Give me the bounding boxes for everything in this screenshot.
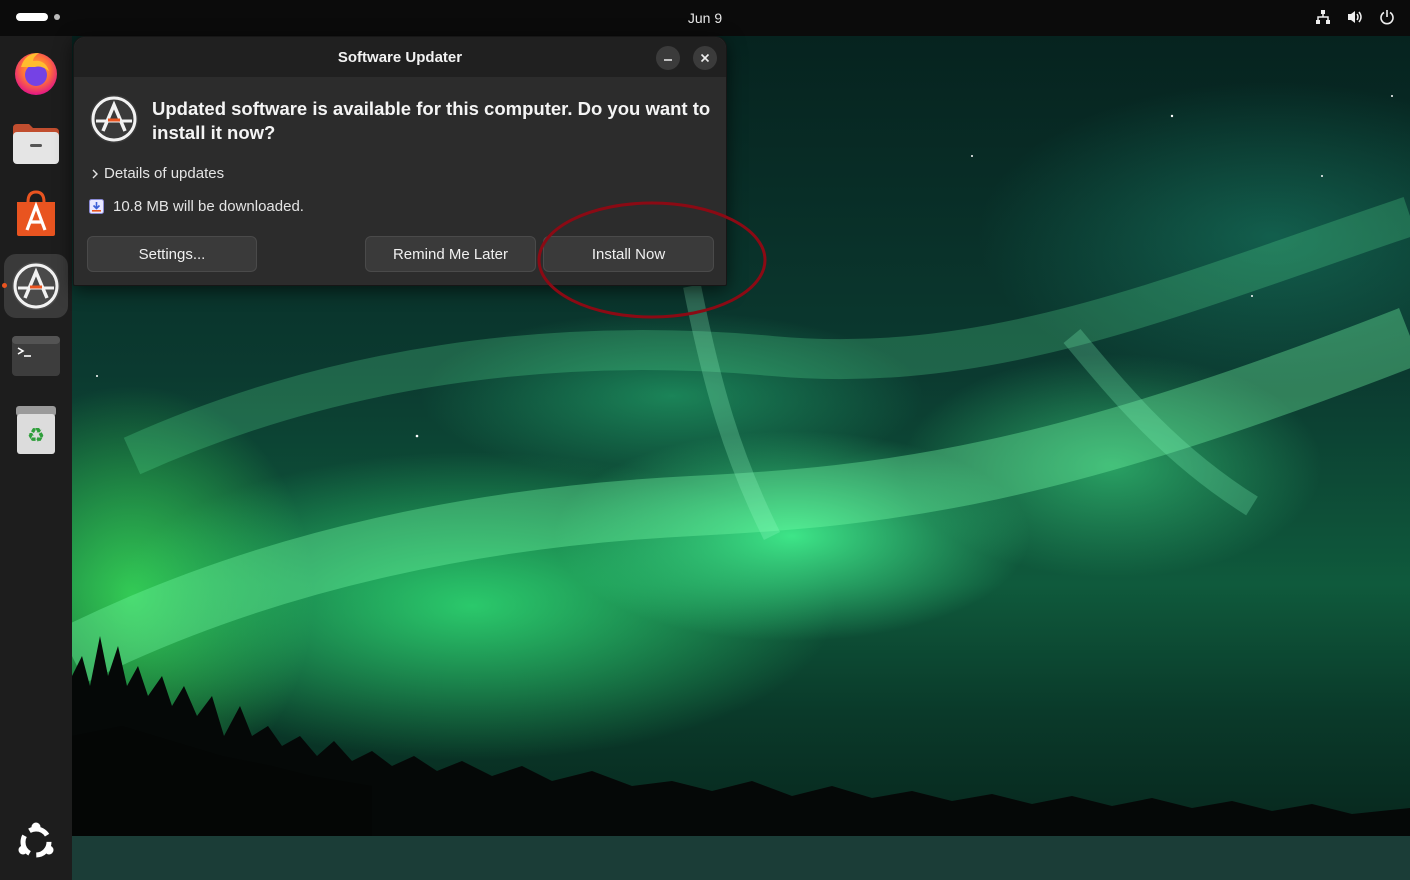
workspace-dot: [54, 14, 60, 20]
running-indicator: [2, 283, 7, 288]
activities-indicator[interactable]: [16, 13, 60, 21]
details-label: Details of updates: [104, 165, 225, 182]
update-headline: Updated software is available for this c…: [152, 98, 711, 143]
download-icon: [89, 199, 104, 214]
workspace-pill: [16, 13, 48, 21]
network-icon[interactable]: [1314, 8, 1332, 26]
software-updater-icon: [12, 262, 60, 310]
trash-icon: ♻: [16, 406, 56, 454]
dock-item-trash[interactable]: ♻: [4, 398, 68, 462]
window-title: Software Updater: [337, 48, 463, 66]
svg-text:♻: ♻: [27, 423, 45, 447]
firefox-icon: [15, 53, 57, 95]
window-titlebar[interactable]: Software Updater: [74, 37, 726, 77]
dock-item-software-updater[interactable]: [4, 254, 68, 318]
software-updater-icon: [88, 93, 140, 150]
terminal-icon: [12, 336, 60, 376]
power-icon[interactable]: [1378, 8, 1396, 26]
chevron-right-icon: [92, 169, 98, 178]
minimize-button[interactable]: [656, 46, 680, 70]
download-size-text: 10.8 MB will be downloaded.: [113, 198, 304, 215]
minimize-icon: [664, 59, 672, 61]
close-button[interactable]: [693, 46, 717, 70]
dock-item-firefox[interactable]: [4, 40, 68, 104]
dock-item-files[interactable]: [4, 111, 68, 175]
show-apps-button[interactable]: [4, 810, 68, 874]
clock-date[interactable]: Jun 9: [688, 10, 722, 26]
remind-me-later-button[interactable]: Remind Me Later: [365, 236, 536, 272]
dock-item-app-center[interactable]: [4, 182, 68, 246]
close-icon: [700, 53, 710, 63]
download-size-row: 10.8 MB will be downloaded.: [89, 198, 304, 215]
details-expander[interactable]: Details of updates: [90, 165, 224, 182]
app-center-icon: [17, 190, 55, 236]
top-bar: Jun 9: [0, 0, 1410, 36]
dock-item-terminal[interactable]: [4, 324, 68, 388]
files-icon: [13, 124, 59, 164]
settings-button[interactable]: Settings...: [87, 236, 257, 272]
highlight-ellipse: [537, 201, 767, 319]
system-tray[interactable]: [1314, 8, 1396, 26]
volume-icon[interactable]: [1346, 8, 1364, 26]
ubuntu-logo-icon: [18, 822, 54, 858]
dock: ♻: [0, 36, 72, 880]
